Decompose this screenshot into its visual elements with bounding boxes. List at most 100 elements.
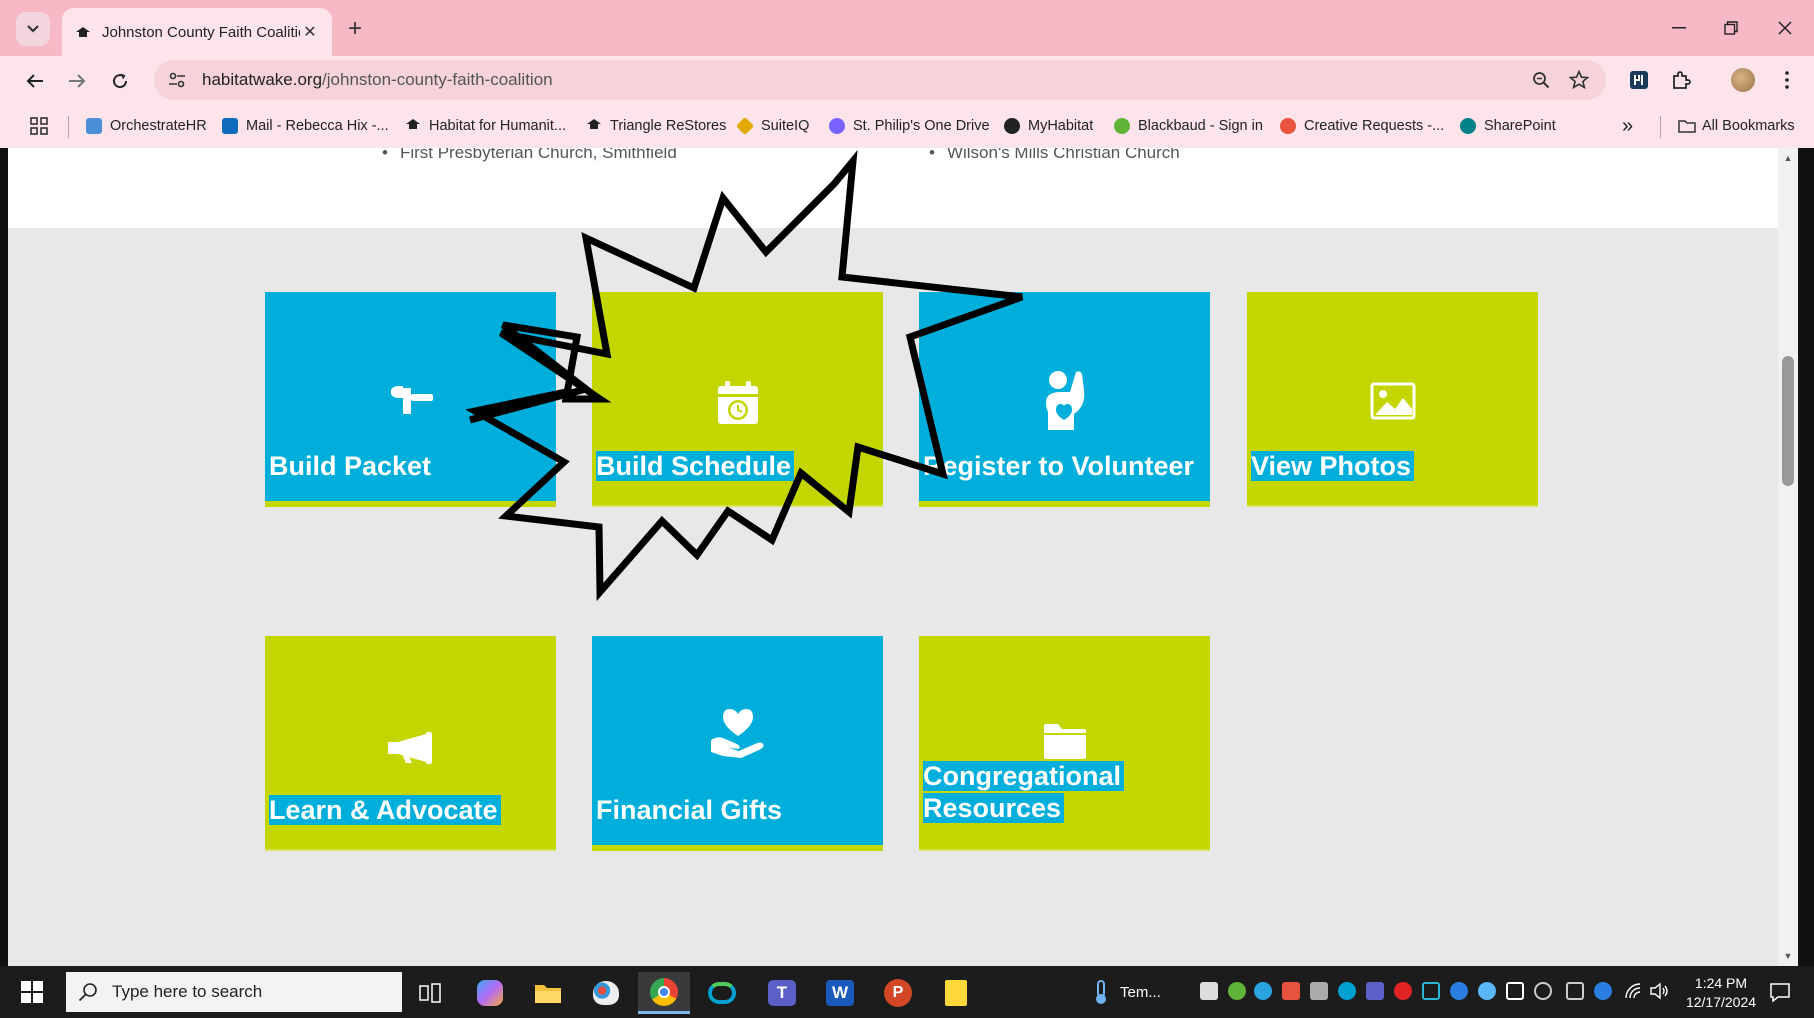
- asana-icon: [1280, 118, 1296, 134]
- close-icon: [1778, 21, 1792, 35]
- task-view-icon[interactable]: [404, 972, 456, 1014]
- tile-congregational-resources[interactable]: Congregational Resources: [919, 636, 1210, 851]
- minimize-button[interactable]: [1654, 12, 1704, 44]
- scroll-up-arrow-icon[interactable]: ▲: [1778, 150, 1798, 166]
- tab-close-icon[interactable]: ✕: [300, 22, 320, 42]
- edge-icon[interactable]: [1254, 982, 1272, 1000]
- bookmark-blackbaud[interactable]: Blackbaud - Sign in: [1114, 114, 1263, 138]
- chrome-icon[interactable]: [638, 972, 690, 1014]
- bookmark-star-icon[interactable]: [1562, 63, 1596, 97]
- display-icon[interactable]: [1422, 982, 1440, 1000]
- grammarly-icon[interactable]: [1228, 982, 1246, 1000]
- vpn-icon[interactable]: [1506, 982, 1524, 1000]
- tile-label: Build Packet: [269, 451, 432, 481]
- apps-grid-icon[interactable]: [30, 114, 48, 138]
- tile-register-to-volunteer[interactable]: Register to Volunteer: [919, 292, 1210, 507]
- bookmarks-separator: [68, 116, 69, 138]
- taskbar-search-box[interactable]: Type here to search: [66, 972, 402, 1012]
- tile-build-schedule[interactable]: Build Schedule: [592, 292, 883, 507]
- tile-learn-advocate[interactable]: Learn & Advocate: [265, 636, 556, 851]
- onedrive-error-icon[interactable]: [1594, 982, 1612, 1000]
- orchestratehr-icon: [86, 118, 102, 134]
- volume-icon[interactable]: [1650, 982, 1668, 1000]
- search-placeholder: Type here to search: [112, 982, 263, 1001]
- tab-strip: Johnston County Faith Coalition ✕ +: [0, 0, 1814, 56]
- start-button[interactable]: [10, 972, 54, 1012]
- bookmark-triangle-restores[interactable]: Triangle ReStores: [586, 114, 726, 138]
- weather-widget[interactable]: Tem...: [1092, 976, 1161, 1008]
- close-window-button[interactable]: [1760, 12, 1810, 44]
- url-domain: habitatwake.org: [202, 70, 323, 89]
- bookmarks-overflow-button[interactable]: »: [1622, 114, 1633, 138]
- forward-button[interactable]: [60, 64, 94, 98]
- bookmark-onedrive[interactable]: St. Philip's One Drive: [829, 114, 990, 138]
- meet-now-icon[interactable]: [1566, 982, 1584, 1000]
- system-clock[interactable]: 1:24 PM 12/17/2024: [1678, 974, 1764, 1012]
- bookmark-sharepoint[interactable]: SharePoint: [1460, 114, 1556, 138]
- reload-button[interactable]: [103, 64, 137, 98]
- site-info-icon[interactable]: [160, 63, 194, 97]
- webex-tray-icon[interactable]: [1338, 982, 1356, 1000]
- word-icon[interactable]: W: [814, 972, 866, 1014]
- resource-tiles-section: Build Packet Build Schedule Register to …: [8, 228, 1792, 966]
- browser-toolbar: habitatwake.org/johnston-county-faith-co…: [0, 56, 1814, 104]
- file-explorer-icon[interactable]: [522, 972, 574, 1014]
- profile-avatar[interactable]: [1726, 63, 1760, 97]
- blocked-icon[interactable]: [1394, 982, 1412, 1000]
- sticky-notes-icon[interactable]: [930, 972, 982, 1014]
- restore-icon: [1724, 21, 1738, 35]
- outlook-icon: [222, 118, 238, 134]
- restore-button[interactable]: [1706, 12, 1756, 44]
- church-list-section: First Presbyterian Church, Smithfield Wi…: [8, 148, 1792, 228]
- tile-financial-gifts[interactable]: Financial Gifts: [592, 636, 883, 851]
- wifi-icon[interactable]: [1624, 982, 1642, 1000]
- tile-view-photos[interactable]: View Photos: [1247, 292, 1538, 507]
- scroll-down-arrow-icon[interactable]: ▼: [1778, 948, 1798, 964]
- notification-icon[interactable]: [1766, 978, 1794, 1006]
- teams-icon[interactable]: T: [756, 972, 808, 1014]
- thermometer-icon: [1096, 980, 1106, 1004]
- teams-tray-icon[interactable]: [1366, 982, 1384, 1000]
- weather-label: Tem...: [1120, 983, 1161, 1001]
- bookmarks-bar: OrchestrateHR Mail - Rebecca Hix -... Ha…: [0, 104, 1814, 148]
- bookmark-creative-requests[interactable]: Creative Requests -...: [1280, 114, 1444, 138]
- link-icon[interactable]: [1534, 982, 1552, 1000]
- extension-icon[interactable]: [1622, 63, 1656, 97]
- image-icon: [1247, 382, 1538, 420]
- bookmark-myhabitat[interactable]: MyHabitat: [1004, 114, 1093, 138]
- calendar-clock-icon: [592, 380, 883, 426]
- heart-hand-icon: [592, 706, 883, 758]
- browser-menu-button[interactable]: [1770, 63, 1804, 97]
- url-path: /johnston-county-faith-coalition: [322, 70, 553, 89]
- folder-icon: [1678, 118, 1696, 134]
- bluetooth-icon[interactable]: [1450, 982, 1468, 1000]
- scrollbar-thumb[interactable]: [1782, 356, 1794, 486]
- browser-tab[interactable]: Johnston County Faith Coalition ✕: [62, 8, 332, 56]
- webex-icon[interactable]: [696, 972, 748, 1014]
- bookmark-habitat[interactable]: Habitat for Humanit...: [405, 114, 566, 138]
- screen: Johnston County Faith Coalition ✕ + habi…: [0, 0, 1814, 1018]
- suiteiq-icon: [735, 116, 755, 136]
- copilot-icon[interactable]: [464, 972, 516, 1014]
- tile-label: Build Schedule: [596, 450, 795, 482]
- app-tray-icon[interactable]: [1282, 982, 1300, 1000]
- battery-icon[interactable]: [1200, 982, 1218, 1000]
- address-bar[interactable]: habitatwake.org/johnston-county-faith-co…: [154, 60, 1606, 100]
- all-bookmarks-button[interactable]: All Bookmarks: [1678, 114, 1795, 138]
- new-tab-button[interactable]: +: [342, 15, 368, 42]
- sync-icon[interactable]: [1478, 982, 1496, 1000]
- extensions-puzzle-icon[interactable]: [1664, 63, 1698, 97]
- page-scrollbar[interactable]: ▲ ▼: [1778, 148, 1798, 966]
- bookmark-mail[interactable]: Mail - Rebecca Hix -...: [222, 114, 389, 138]
- blackbaud-icon: [1114, 118, 1130, 134]
- printer-icon[interactable]: [1310, 982, 1328, 1000]
- tile-build-packet[interactable]: Build Packet: [265, 292, 556, 507]
- bookmark-orchestratehr[interactable]: OrchestrateHR: [86, 114, 207, 138]
- tab-search-button[interactable]: [16, 12, 50, 46]
- paint-icon[interactable]: [580, 972, 632, 1014]
- hammer-icon: [265, 384, 556, 416]
- back-button[interactable]: [18, 64, 52, 98]
- zoom-icon[interactable]: [1524, 63, 1558, 97]
- powerpoint-icon[interactable]: P: [872, 972, 924, 1014]
- bookmark-suiteiq[interactable]: SuiteIQ: [735, 114, 809, 138]
